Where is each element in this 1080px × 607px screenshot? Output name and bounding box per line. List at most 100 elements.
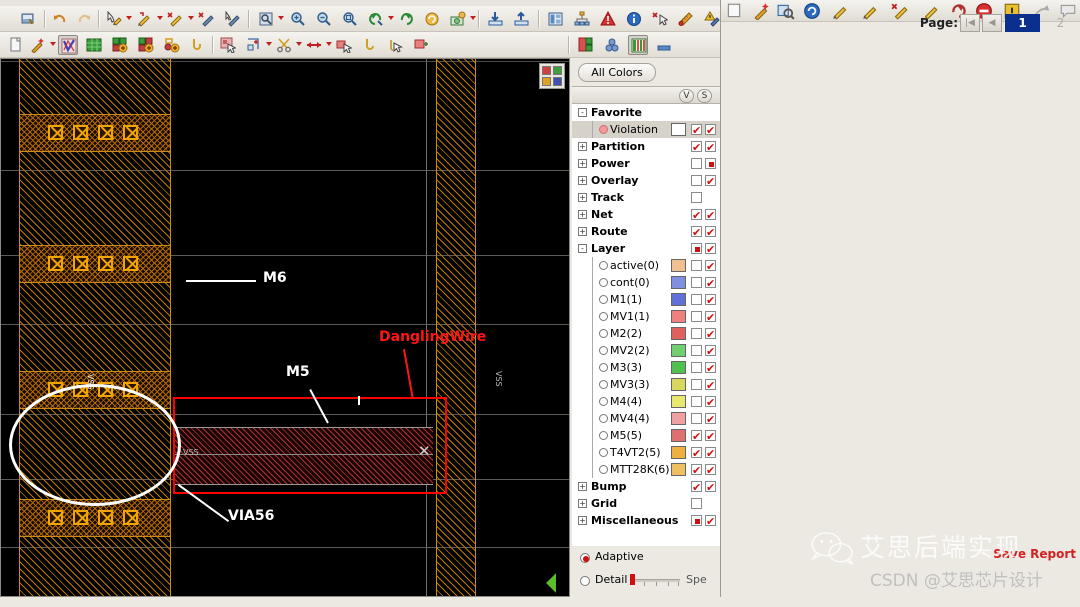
ruler-icon[interactable]	[676, 9, 696, 29]
layout-canvas-surface[interactable]: ✕ VSS VSS VSS M6 M5 VIA56 DanglingWire	[1, 59, 569, 596]
expander-icon[interactable]: +	[578, 193, 587, 202]
chevron-down-icon[interactable]	[50, 42, 56, 46]
move-icon[interactable]	[334, 35, 354, 55]
zoom-in-icon[interactable]	[288, 9, 308, 29]
first-page-button[interactable]: |◀	[960, 14, 980, 32]
trim-icon[interactable]	[360, 35, 380, 55]
layer-color-swatch[interactable]	[671, 327, 686, 340]
chevron-down-icon[interactable]	[388, 16, 394, 20]
zoom-previous-icon[interactable]	[366, 9, 386, 29]
prev-page-button[interactable]: ◀	[982, 14, 1002, 32]
expander-icon[interactable]: +	[578, 482, 587, 491]
layer-select-checkbox[interactable]	[705, 158, 716, 169]
layer-select-checkbox[interactable]	[705, 396, 716, 407]
select-wire-icon[interactable]	[222, 9, 242, 29]
layer-select-checkbox[interactable]	[705, 379, 716, 390]
zoom-next-icon[interactable]	[396, 9, 416, 29]
export-icon[interactable]	[512, 9, 532, 29]
layer-visible-checkbox[interactable]	[691, 141, 702, 152]
annotate-icon[interactable]	[702, 9, 722, 29]
stretch-icon[interactable]	[304, 35, 324, 55]
layer-visible-checkbox[interactable]	[691, 515, 702, 526]
layer-select-checkbox[interactable]	[705, 515, 716, 526]
save-report-button[interactable]: Save Report	[993, 547, 1076, 561]
layer-radio[interactable]	[599, 346, 608, 355]
layer-select-checkbox[interactable]	[705, 141, 716, 152]
layer-select-checkbox[interactable]	[705, 277, 716, 288]
violation-highlight-box[interactable]	[173, 397, 447, 494]
chevron-down-icon[interactable]	[266, 42, 272, 46]
layer-select-checkbox[interactable]	[705, 362, 716, 373]
page-number-1[interactable]: 1	[1005, 14, 1040, 32]
via-marker[interactable]	[48, 256, 63, 271]
chevron-down-icon[interactable]	[126, 16, 132, 20]
layer-color-swatch[interactable]	[671, 293, 686, 306]
via-marker[interactable]	[98, 256, 113, 271]
delete-wire-icon[interactable]	[165, 9, 185, 29]
via-marker[interactable]	[123, 510, 138, 525]
delete-wire-icon[interactable]	[891, 2, 909, 20]
add-pin-icon[interactable]	[136, 35, 156, 55]
layer-visible-checkbox[interactable]	[691, 192, 702, 203]
via-marker[interactable]	[98, 125, 113, 140]
layer-panel-icon[interactable]	[628, 35, 648, 55]
undo-icon[interactable]	[50, 9, 70, 29]
layer-radio[interactable]	[599, 261, 608, 270]
expander-icon[interactable]: +	[578, 159, 587, 168]
layer-color-swatch[interactable]	[671, 412, 686, 425]
layer-radio[interactable]	[599, 465, 608, 474]
edit-wire-icon[interactable]	[831, 2, 849, 20]
layer-select-checkbox[interactable]	[705, 260, 716, 271]
layout-canvas[interactable]: ✕ VSS VSS VSS M6 M5 VIA56 DanglingWire	[0, 58, 570, 597]
layer-select-checkbox[interactable]	[705, 464, 716, 475]
add-shape-icon[interactable]	[162, 35, 182, 55]
layer-select-checkbox[interactable]	[705, 413, 716, 424]
layer-color-swatch[interactable]	[671, 123, 686, 136]
layer-radio[interactable]	[599, 363, 608, 372]
expander-icon[interactable]: +	[578, 176, 587, 185]
congestion-icon[interactable]	[602, 35, 622, 55]
layer-visible-checkbox[interactable]	[691, 175, 702, 186]
via-marker[interactable]	[73, 256, 88, 271]
power-plan-icon[interactable]	[576, 35, 596, 55]
green-grid-icon[interactable]	[84, 35, 104, 55]
chevron-down-icon[interactable]	[278, 16, 284, 20]
add-via-icon[interactable]	[110, 35, 130, 55]
layer-color-swatch[interactable]	[671, 310, 686, 323]
layer-row[interactable]: MV1(1)	[572, 308, 720, 325]
hierarchy-icon[interactable]	[572, 9, 592, 29]
layer-color-swatch[interactable]	[671, 395, 686, 408]
layer-row[interactable]: MV3(3)	[572, 376, 720, 393]
layer-color-swatch[interactable]	[671, 344, 686, 357]
expander-icon[interactable]: +	[578, 516, 587, 525]
layer-row[interactable]: +Miscellaneous	[572, 512, 720, 529]
chevron-down-icon[interactable]	[296, 42, 302, 46]
floorplan-icon[interactable]	[546, 9, 566, 29]
layer-row[interactable]: T4VT2(5)	[572, 444, 720, 461]
snapshot-icon[interactable]	[448, 9, 468, 29]
layer-visible-checkbox[interactable]	[691, 396, 702, 407]
all-colors-button[interactable]: All Colors	[578, 63, 656, 82]
expander-icon[interactable]: +	[578, 227, 587, 236]
layer-visible-checkbox[interactable]	[691, 311, 702, 322]
layer-visible-checkbox[interactable]	[691, 430, 702, 441]
layer-visible-checkbox[interactable]	[691, 362, 702, 373]
via-marker[interactable]	[123, 256, 138, 271]
layer-visible-checkbox[interactable]	[691, 379, 702, 390]
layer-row[interactable]: active(0)	[572, 257, 720, 274]
wand-icon[interactable]	[28, 35, 48, 55]
layer-visible-checkbox[interactable]	[691, 481, 702, 492]
layer-visible-checkbox[interactable]	[691, 124, 702, 135]
import-icon[interactable]	[486, 9, 506, 29]
layer-radio[interactable]	[599, 312, 608, 321]
layer-row[interactable]: +Grid	[572, 495, 720, 512]
layer-select-checkbox[interactable]	[705, 481, 716, 492]
layer-select-checkbox[interactable]	[705, 209, 716, 220]
select-edit-icon[interactable]	[104, 9, 124, 29]
new-report-icon[interactable]	[725, 2, 743, 20]
cut-wire-icon[interactable]	[196, 9, 216, 29]
color-palette-icon[interactable]	[539, 63, 565, 89]
visibility-column-header[interactable]: V	[679, 89, 694, 103]
layer-row[interactable]: M4(4)	[572, 393, 720, 410]
layer-row[interactable]: +Track	[572, 189, 720, 206]
